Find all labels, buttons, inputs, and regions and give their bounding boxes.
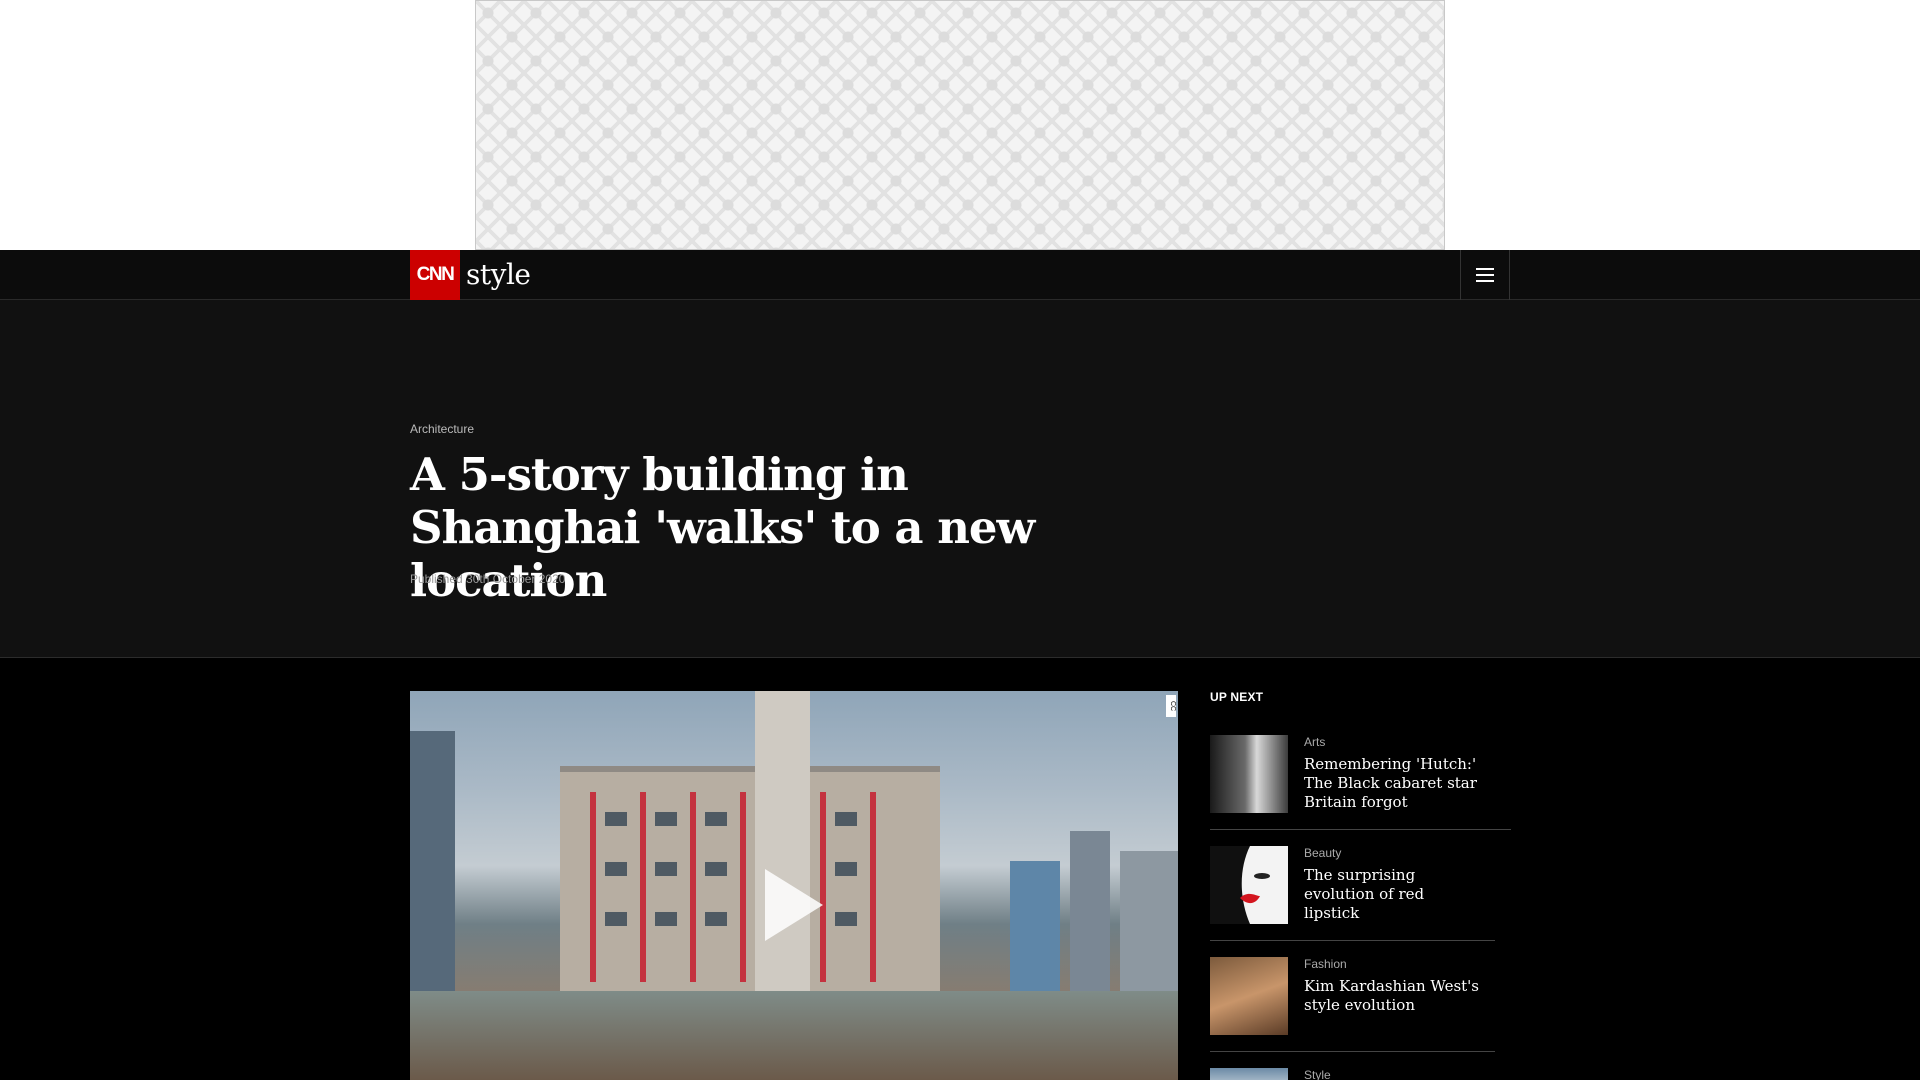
up-next-heading: UP NEXT [1210,690,1264,704]
card-title[interactable]: The surprising evolution of red lipstick [1304,866,1484,923]
building-tower-image [755,691,810,996]
lipstick-illustration [1210,846,1288,924]
background-tower [410,731,455,991]
up-next-card[interactable]: Fashion Kim Kardashian West's style evol… [1210,957,1495,1052]
card-thumbnail[interactable] [1210,846,1288,924]
closed-caption-tag: CC [1166,695,1176,717]
background-tower [1010,861,1060,991]
hamburger-menu-icon [1476,268,1494,282]
card-thumbnail[interactable] [1210,1068,1288,1080]
background-tower [1120,851,1178,991]
card-thumbnail[interactable] [1210,957,1288,1035]
card-category: Fashion [1304,957,1347,971]
article-category-link[interactable]: Architecture [410,422,474,436]
card-thumbnail[interactable] [1210,735,1288,813]
video-player[interactable]: CC [410,691,1178,1080]
up-next-card[interactable]: Beauty The surprising evolution of red l… [1210,846,1495,941]
menu-button[interactable] [1460,250,1510,300]
style-section-logo[interactable]: style [466,258,531,291]
card-category: Beauty [1304,846,1342,860]
up-next-card[interactable]: Arts Remembering 'Hutch:' The Black caba… [1210,735,1511,830]
background-tower [1070,831,1110,991]
card-category: Arts [1304,735,1326,749]
top-navigation-bar: CNN style [0,250,1920,300]
cnn-logo-text: CNN [416,264,455,285]
published-date: Published 30th October 2020 [410,572,566,586]
cnn-logo[interactable]: CNN [410,250,460,300]
card-divider [1210,940,1495,941]
advertisement-band [0,0,1920,250]
play-icon[interactable] [765,869,823,941]
card-title[interactable]: Remembering 'Hutch:' The Black cabaret s… [1304,755,1484,812]
up-next-card[interactable]: Style [1210,1068,1495,1080]
article-header: Architecture A 5-story building in Shang… [0,300,1920,658]
card-divider [1210,1051,1495,1052]
construction-ground-image [410,991,1178,1080]
moving-building-image [560,766,940,996]
card-title[interactable]: Kim Kardashian West's style evolution [1304,977,1484,1015]
card-category: Style [1304,1068,1331,1080]
advertisement-slot[interactable] [475,0,1445,250]
card-divider [1210,829,1511,830]
